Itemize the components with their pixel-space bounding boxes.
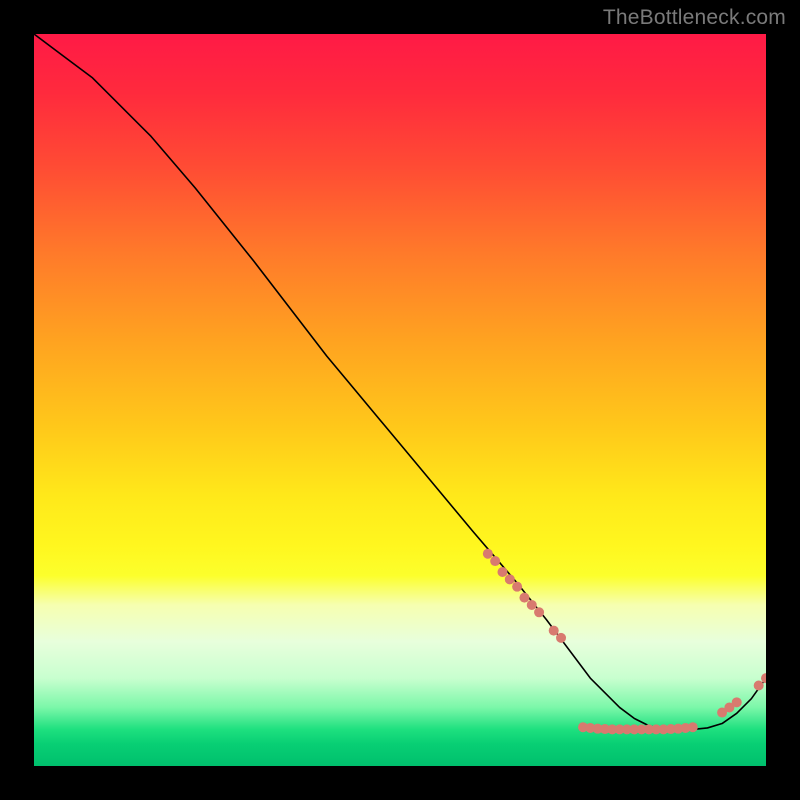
chart-frame: TheBottleneck.com: [0, 0, 800, 800]
curve-path: [34, 34, 766, 729]
chart-svg: [34, 34, 766, 766]
watermark-text: TheBottleneck.com: [603, 6, 786, 30]
plot-area: [34, 34, 766, 766]
marker-dots: [483, 549, 766, 735]
